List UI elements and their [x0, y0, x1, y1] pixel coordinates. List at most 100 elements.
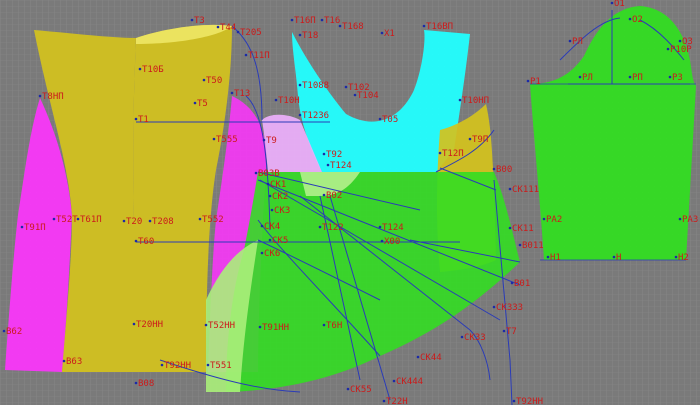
point-label: H: [616, 253, 621, 263]
point-marker[interactable]: [678, 39, 682, 43]
point-marker[interactable]: [508, 187, 512, 191]
point-label: T124: [382, 223, 404, 233]
point-marker[interactable]: [148, 219, 152, 223]
point-marker[interactable]: [416, 355, 420, 359]
point-marker[interactable]: [134, 381, 138, 385]
point-marker[interactable]: [320, 18, 324, 22]
point-marker[interactable]: [460, 335, 464, 339]
point-marker[interactable]: [254, 171, 258, 175]
point-marker[interactable]: [502, 329, 506, 333]
point-marker[interactable]: [160, 363, 164, 367]
point-marker[interactable]: [326, 163, 330, 167]
point-marker[interactable]: [193, 101, 197, 105]
point-label: H2: [678, 253, 689, 263]
point-label: CK44: [420, 353, 442, 363]
point-marker[interactable]: [298, 83, 302, 87]
point-marker[interactable]: [458, 98, 462, 102]
point-marker[interactable]: [380, 31, 384, 35]
point-marker[interactable]: [392, 379, 396, 383]
point-marker[interactable]: [266, 182, 270, 186]
point-marker[interactable]: [318, 225, 322, 229]
point-marker[interactable]: [353, 93, 357, 97]
point-marker[interactable]: [546, 255, 550, 259]
point-marker[interactable]: [134, 117, 138, 121]
point-marker[interactable]: [268, 238, 272, 242]
point-label: CK2: [272, 192, 288, 202]
point-label: X1: [384, 29, 395, 39]
point-marker[interactable]: [202, 78, 206, 82]
point-marker[interactable]: [568, 39, 572, 43]
point-marker[interactable]: [134, 239, 138, 243]
point-marker[interactable]: [2, 329, 6, 333]
point-marker[interactable]: [380, 239, 384, 243]
point-marker[interactable]: [138, 67, 142, 71]
point-label: T11П: [248, 51, 270, 61]
point-label: PA2: [546, 215, 562, 225]
point-marker[interactable]: [260, 224, 264, 228]
point-marker[interactable]: [20, 225, 24, 229]
point-marker[interactable]: [132, 322, 136, 326]
point-marker[interactable]: [244, 53, 248, 57]
point-marker[interactable]: [206, 363, 210, 367]
point-marker[interactable]: [260, 251, 264, 255]
point-marker[interactable]: [610, 1, 614, 5]
point-marker[interactable]: [38, 94, 42, 98]
point-marker[interactable]: [468, 137, 472, 141]
point-marker[interactable]: [290, 18, 294, 22]
point-marker[interactable]: [612, 255, 616, 259]
point-marker[interactable]: [526, 79, 530, 83]
point-marker[interactable]: [628, 17, 632, 21]
point-marker[interactable]: [230, 91, 234, 95]
point-marker[interactable]: [190, 18, 194, 22]
point-marker[interactable]: [492, 167, 496, 171]
point-marker[interactable]: [236, 30, 240, 34]
point-marker[interactable]: [668, 75, 672, 79]
point-marker[interactable]: [542, 217, 546, 221]
point-label: CK3: [274, 206, 290, 216]
point-marker[interactable]: [270, 208, 274, 212]
point-marker[interactable]: [204, 323, 208, 327]
point-label: B08: [138, 379, 154, 389]
point-marker[interactable]: [122, 219, 126, 223]
point-marker[interactable]: [198, 217, 202, 221]
point-marker[interactable]: [322, 193, 326, 197]
point-marker[interactable]: [422, 24, 426, 28]
point-marker[interactable]: [52, 217, 56, 221]
point-marker[interactable]: [322, 152, 326, 156]
point-marker[interactable]: [298, 113, 302, 117]
point-label: P1: [530, 77, 541, 87]
point-marker[interactable]: [518, 243, 522, 247]
point-marker[interactable]: [76, 217, 80, 221]
point-marker[interactable]: [510, 281, 514, 285]
point-marker[interactable]: [666, 47, 670, 51]
point-marker[interactable]: [268, 194, 272, 198]
point-marker[interactable]: [508, 226, 512, 230]
pattern-drawing[interactable]: T3 T44 T205 T16П T16T168 T16ВП X1 T18 T11П T10Б T5…: [0, 0, 700, 405]
point-marker[interactable]: [378, 225, 382, 229]
point-marker[interactable]: [628, 75, 632, 79]
point-marker[interactable]: [258, 325, 262, 329]
point-label: T92НН: [516, 397, 543, 405]
point-label: O1: [614, 0, 625, 9]
point-label: T44: [220, 23, 236, 33]
point-marker[interactable]: [344, 85, 348, 89]
point-marker[interactable]: [678, 217, 682, 221]
point-marker[interactable]: [674, 255, 678, 259]
point-marker[interactable]: [378, 117, 382, 121]
point-marker[interactable]: [382, 399, 386, 403]
point-marker[interactable]: [492, 305, 496, 309]
point-marker[interactable]: [62, 359, 66, 363]
point-marker[interactable]: [578, 75, 582, 79]
point-marker[interactable]: [338, 24, 342, 28]
pattern-canvas[interactable]: T3 T44 T205 T16П T16 T168 T16ВП X1 T18 T11П T10Б T5…: [0, 0, 700, 405]
point-marker[interactable]: [298, 33, 302, 37]
point-marker[interactable]: [346, 387, 350, 391]
point-marker[interactable]: [512, 399, 516, 403]
point-marker[interactable]: [262, 138, 266, 142]
point-marker[interactable]: [322, 323, 326, 327]
point-marker[interactable]: [216, 25, 220, 29]
point-marker[interactable]: [212, 137, 216, 141]
point-marker[interactable]: [274, 98, 278, 102]
point-marker[interactable]: [438, 151, 442, 155]
point-label: T551: [210, 361, 232, 371]
